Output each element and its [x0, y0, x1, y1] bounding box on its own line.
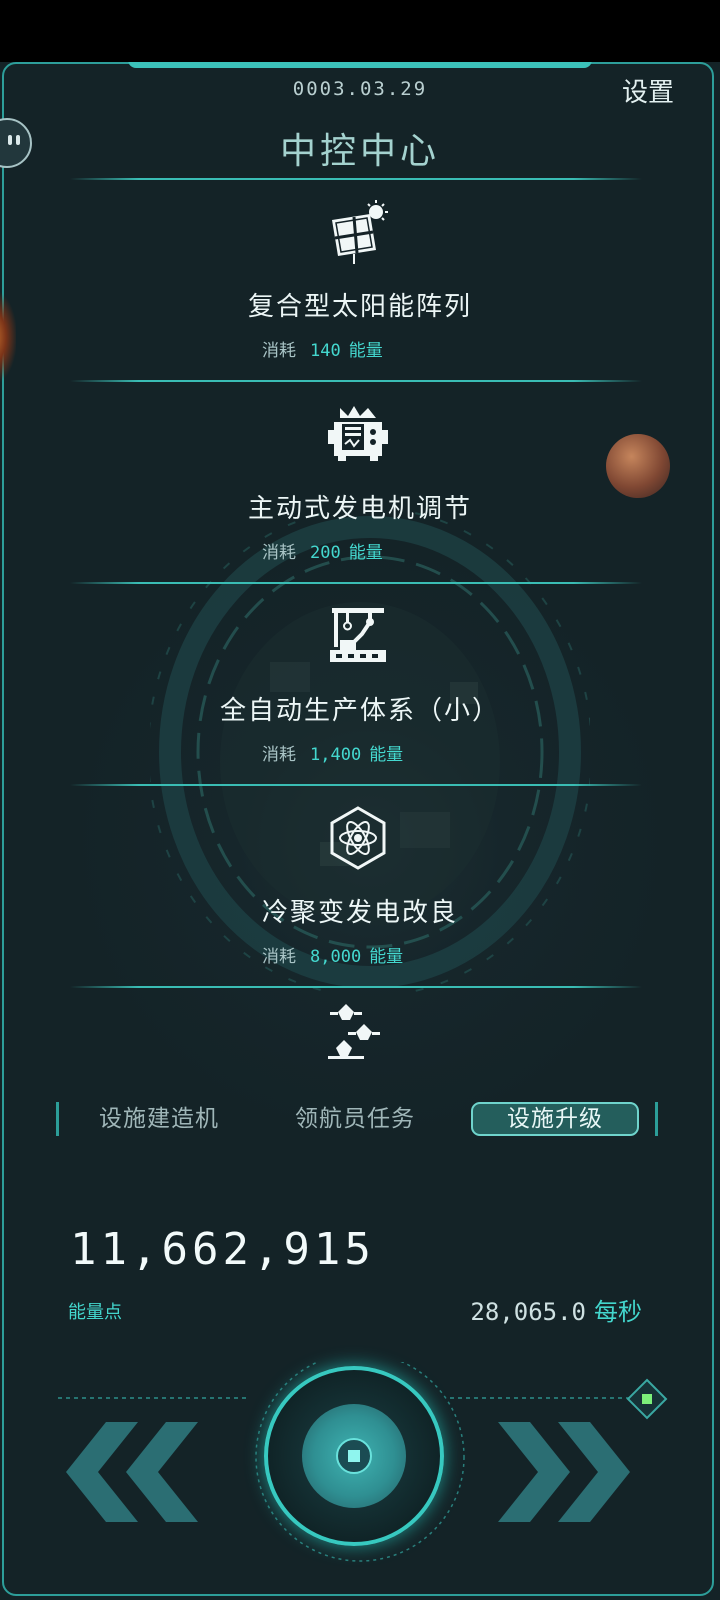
- page-title: 中控中心: [279, 131, 440, 172]
- top-rail-decoration: [128, 62, 592, 68]
- upgrade-name: 复合型太阳能阵列: [247, 292, 472, 322]
- tab-facility-builder[interactable]: 设施建造机: [69, 1102, 249, 1136]
- upgrade-name: 全自动生产体系（小）: [219, 696, 500, 726]
- cost-value: 1,400: [310, 745, 362, 765]
- rate-unit: 每秒: [594, 1298, 642, 1326]
- rate-value: 28,065.0: [470, 1298, 586, 1326]
- upgrade-cost: 消耗 200 能量: [262, 538, 383, 563]
- cost-unit: 能量: [348, 341, 383, 361]
- core-button[interactable]: [264, 1366, 444, 1546]
- energy-total: 11,662,915: [70, 1224, 375, 1275]
- tab-bar: 设施建造机 领航员任务 设施升级: [56, 1102, 658, 1136]
- cost-label: 消耗: [262, 947, 296, 967]
- cost-value: 200: [310, 543, 341, 563]
- cost-label: 消耗: [262, 745, 296, 765]
- cost-unit: 能量: [348, 543, 383, 563]
- upgrade-cost: 消耗 1,400 能量: [262, 740, 403, 765]
- core-button-icon: [336, 1438, 372, 1474]
- upgrade-name: 主动式发电机调节: [247, 494, 472, 524]
- double-chevron-right-icon[interactable]: [498, 1422, 638, 1522]
- upgrade-item-cold-fusion[interactable]: 冷聚变发电改良 消耗 8,000 能量: [0, 786, 720, 990]
- upgrade-name: 冷聚变发电改良: [261, 898, 458, 928]
- upgrade-cost: 消耗 8,000 能量: [262, 942, 403, 967]
- cost-label: 消耗: [262, 341, 296, 361]
- upgrade-cost: 消耗 140 能量: [262, 336, 383, 361]
- cost-label: 消耗: [262, 543, 296, 563]
- energy-rate: 28,065.0 每秒: [470, 1292, 642, 1327]
- energy-label: 能量点: [68, 1302, 122, 1323]
- game-date: 0003.03.29: [292, 78, 428, 100]
- atom-icon: [326, 806, 390, 870]
- generator-icon: [326, 402, 390, 466]
- tab-navigator-missions[interactable]: 领航员任务: [265, 1102, 445, 1136]
- cost-value: 140: [310, 341, 341, 361]
- cost-unit: 能量: [369, 947, 404, 967]
- double-chevron-left-icon[interactable]: [66, 1422, 206, 1522]
- settings-button[interactable]: 设置: [622, 72, 674, 109]
- cost-value: 8,000: [310, 947, 362, 967]
- robotic-arm-icon: [326, 604, 390, 668]
- solar-panel-icon: [326, 200, 390, 266]
- crew-group-icon[interactable]: [324, 1002, 388, 1062]
- divider: [70, 986, 642, 988]
- control-center-panel: 0003.03.29 设置 中控中心 复合型太阳能阵列 消耗 140 能量 主动…: [0, 62, 720, 1600]
- upgrade-item-solar-array[interactable]: 复合型太阳能阵列 消耗 140 能量: [0, 180, 720, 384]
- cost-unit: 能量: [369, 745, 404, 765]
- bottom-controls: [0, 1362, 720, 1600]
- tab-facility-upgrades[interactable]: 设施升级: [471, 1102, 639, 1136]
- diamond-marker-icon[interactable]: [626, 1378, 668, 1420]
- upgrade-item-production-system[interactable]: 全自动生产体系（小） 消耗 1,400 能量: [0, 584, 720, 788]
- upgrade-item-generator[interactable]: 主动式发电机调节 消耗 200 能量: [0, 382, 720, 586]
